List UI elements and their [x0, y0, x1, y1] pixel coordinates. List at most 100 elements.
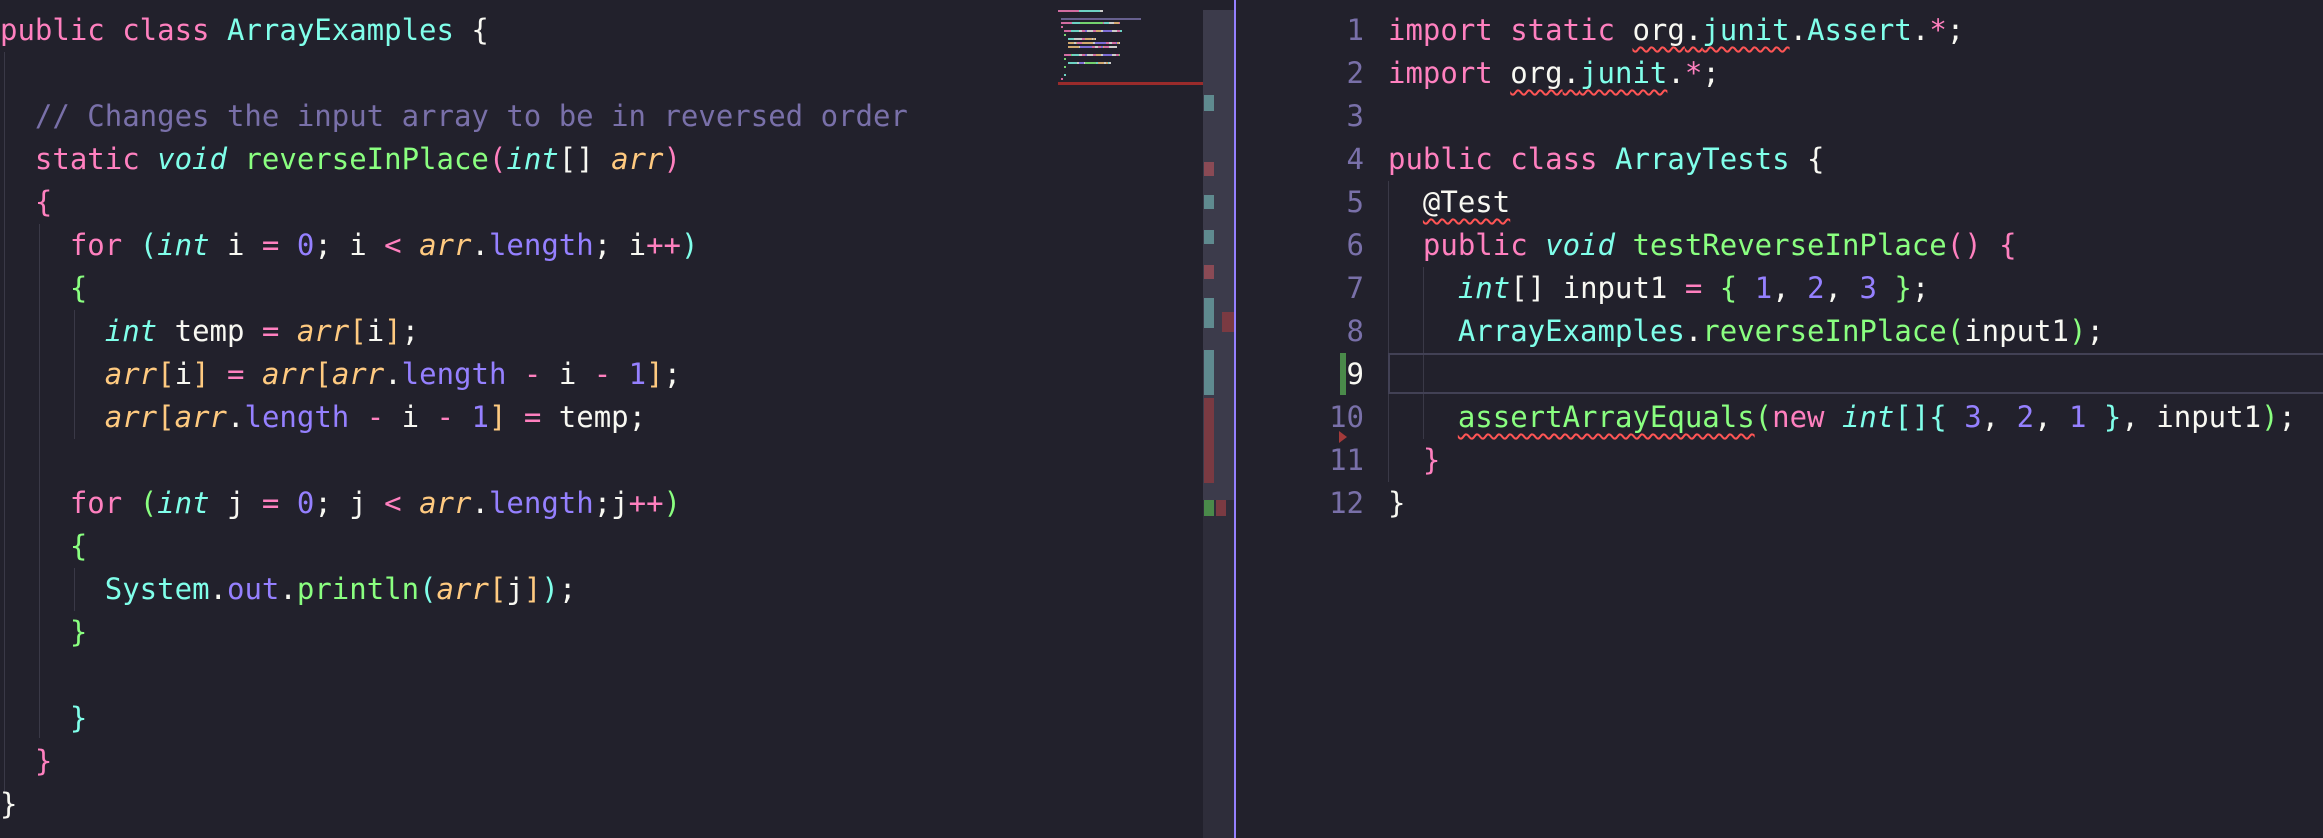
code-token: {: [453, 13, 489, 47]
code-token: ]: [488, 400, 507, 434]
code-line[interactable]: ​: [1388, 95, 2296, 138]
code-token: assertArrayEquals: [1457, 400, 1755, 434]
minimap-stroke: [1094, 38, 1097, 40]
left-editor-pane[interactable]: public class ArrayExamples {​ // Changes…: [0, 0, 1236, 838]
minimap-stroke: [1061, 78, 1063, 80]
code-token: arr: [419, 486, 472, 520]
overview-marker: [1204, 230, 1214, 244]
code-line[interactable]: int temp = arr[i];: [0, 310, 908, 353]
overview-marker: [1204, 398, 1214, 483]
minimap-stroke: [1061, 18, 1142, 20]
code-line[interactable]: }: [0, 783, 908, 826]
code-token: println: [296, 572, 420, 606]
code-line[interactable]: for (int j = 0; j < arr.length;j++): [0, 482, 908, 525]
code-token: arr: [104, 400, 158, 434]
code-line[interactable]: static void reverseInPlace(int[] arr): [0, 138, 908, 181]
code-token: static: [1510, 13, 1633, 47]
code-token: arr: [296, 314, 350, 348]
right-editor-pane[interactable]: 1 2 3 4 5 6 7 8 9 10 11 12 import static org.junit.…: [1236, 0, 2323, 838]
code-line[interactable]: public void testReverseInPlace() {: [1388, 224, 2296, 267]
code-token: temp: [174, 314, 262, 348]
code-token: -: [366, 400, 402, 434]
code-token: ): [541, 572, 559, 606]
code-token: i: [558, 357, 594, 391]
code-line[interactable]: }: [1388, 439, 2296, 482]
code-line[interactable]: }: [0, 697, 908, 740]
code-token: length: [488, 486, 594, 520]
minimap-stroke: [1109, 46, 1118, 48]
line-number: 1: [1346, 13, 1364, 47]
code-token: public: [1388, 142, 1511, 176]
minimap-stroke: [1064, 58, 1066, 60]
code-token: import: [1388, 56, 1511, 90]
minimap[interactable]: [1058, 10, 1208, 140]
code-token: reverseInPlace: [1702, 314, 1947, 348]
left-code-area[interactable]: public class ArrayExamples {​ // Changes…: [0, 9, 908, 826]
code-token: =: [209, 357, 262, 391]
code-token: arr: [331, 357, 385, 391]
code-line[interactable]: {: [0, 525, 908, 568]
code-line[interactable]: ​: [0, 52, 908, 95]
code-line[interactable]: arr[i] = arr[arr.length - i - 1];: [0, 353, 908, 396]
code-line[interactable]: for (int i = 0; i < arr.length; i++): [0, 224, 908, 267]
code-line[interactable]: }: [0, 740, 908, 783]
overview-marker: [1204, 95, 1214, 111]
code-token: []: [558, 142, 612, 176]
code-line[interactable]: ​: [0, 654, 908, 697]
code-token: ++: [646, 228, 682, 262]
code-token: .: [279, 572, 297, 606]
minimap-stroke: [1118, 22, 1121, 24]
code-token: length: [244, 400, 367, 434]
code-token: }: [34, 744, 53, 778]
code-token: ArrayTests: [1614, 142, 1790, 176]
right-code-area[interactable]: import static org.junit.Assert.*; import …: [1388, 9, 2296, 525]
code-token: int: [1457, 271, 1511, 305]
code-token: reverseInPlace: [244, 142, 489, 176]
code-line[interactable]: import org.junit.*;: [1388, 52, 2296, 95]
minimap-stroke: [1120, 30, 1122, 32]
code-line[interactable]: arr[arr.length - i - 1] = temp;: [0, 396, 908, 439]
code-token: i: [366, 314, 385, 348]
code-token: ArrayExamples: [226, 13, 454, 47]
fold-arrow-icon[interactable]: [1339, 431, 1347, 443]
code-line[interactable]: ArrayExamples.reverseInPlace(input1);: [1388, 310, 2296, 353]
code-token: ++: [628, 486, 664, 520]
overview-marker: [1222, 312, 1234, 332]
code-token: arr: [436, 572, 489, 606]
code-line[interactable]: }: [0, 611, 908, 654]
code-token: }: [69, 615, 88, 649]
code-token: (: [139, 486, 158, 520]
code-line[interactable]: assertArrayEquals(new int[]{ 3, 2, 1 }, …: [1388, 396, 2296, 439]
minimap-stroke: [1058, 10, 1070, 12]
code-token: arr: [419, 228, 472, 262]
code-token: }: [1876, 271, 1912, 305]
code-line[interactable]: // Changes the input array to be in reve…: [0, 95, 908, 138]
code-line[interactable]: int[] input1 = { 1, 2, 3 };: [1388, 267, 2296, 310]
line-number: 3: [1346, 99, 1364, 133]
code-line[interactable]: import static org.junit.Assert.*;: [1388, 9, 2296, 52]
minimap-stroke: [1080, 46, 1092, 48]
code-line[interactable]: @Test: [1388, 181, 2296, 224]
code-line[interactable]: public class ArrayExamples {: [0, 9, 908, 52]
code-line[interactable]: {: [0, 267, 908, 310]
minimap-stroke: [1061, 26, 1063, 28]
code-token: ,: [1824, 271, 1860, 305]
code-line[interactable]: ​: [0, 439, 908, 482]
code-token: 3: [1964, 400, 1982, 434]
code-token: ;: [1946, 13, 1965, 47]
minimap-stroke: [1069, 10, 1079, 12]
overview-marker: [1204, 265, 1214, 279]
code-line[interactable]: }: [1388, 482, 2296, 525]
code-line[interactable]: {: [0, 181, 908, 224]
code-line[interactable]: System.out.println(arr[j]);: [0, 568, 908, 611]
code-line[interactable]: public class ArrayTests {: [1388, 138, 2296, 181]
code-token: ): [663, 486, 682, 520]
code-token: , input1: [2121, 400, 2262, 434]
